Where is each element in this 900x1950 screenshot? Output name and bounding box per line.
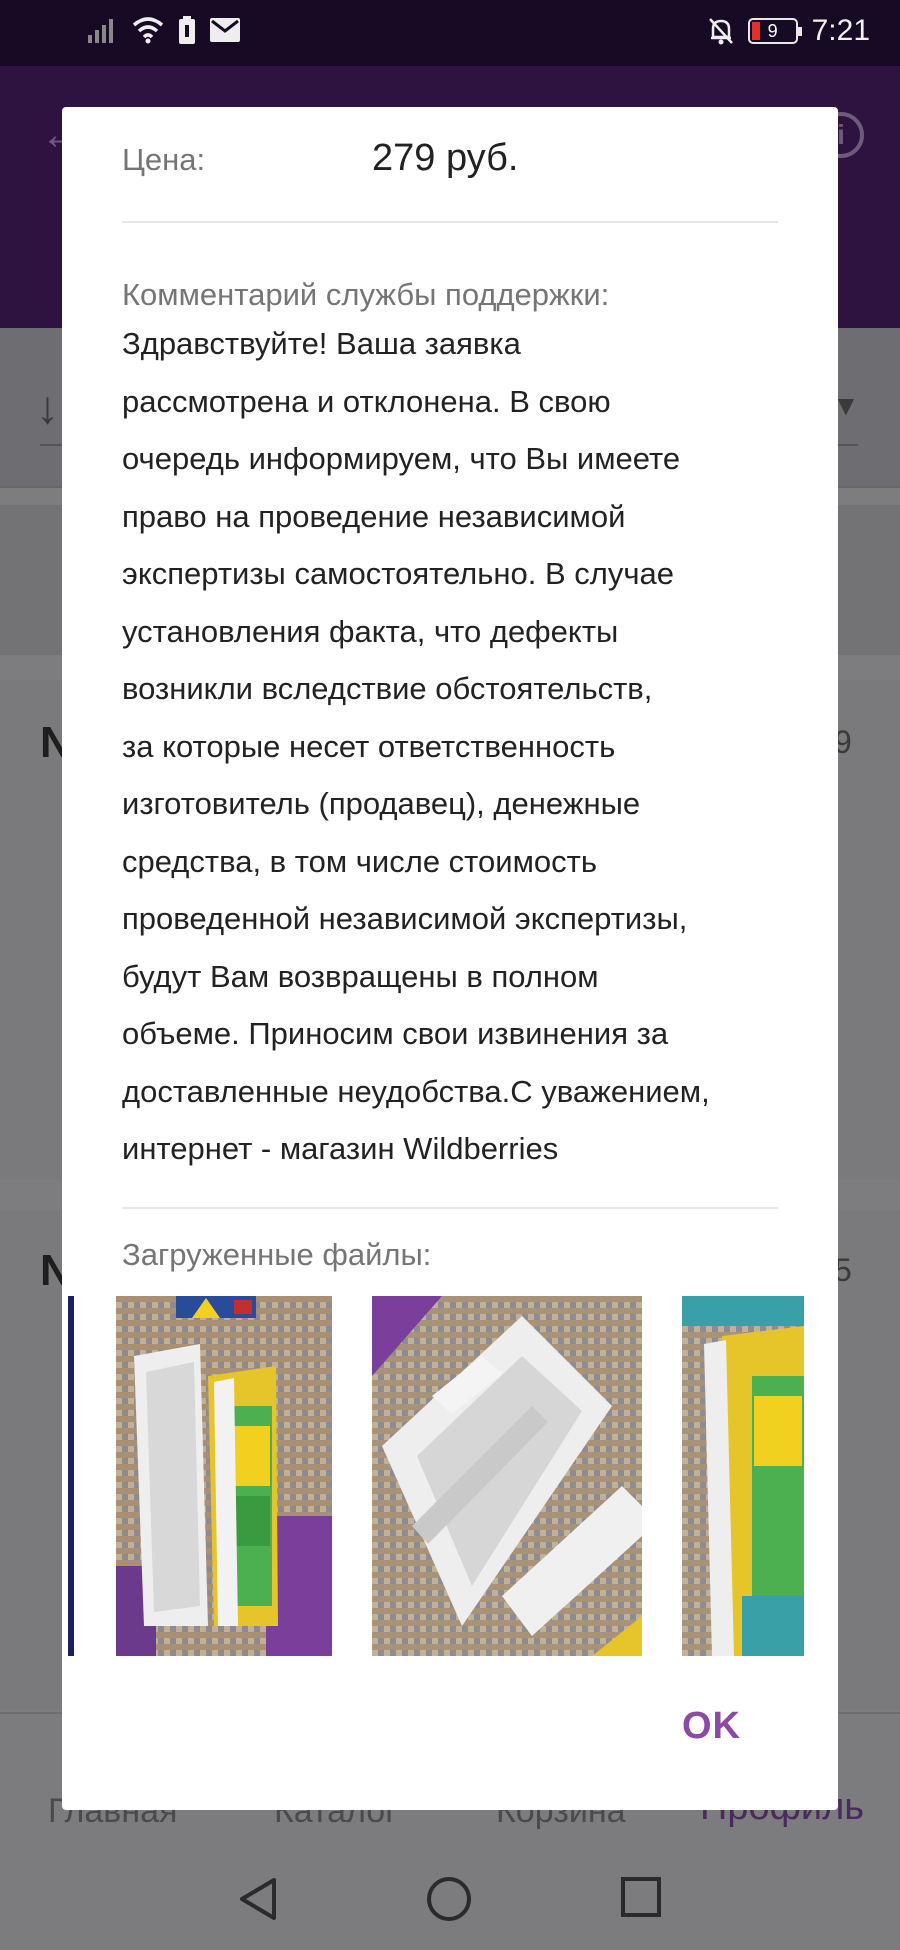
mail-icon (210, 18, 240, 42)
battery-icon: 9 (747, 18, 802, 44)
status-bar: 9 7:21 (0, 0, 900, 66)
photo-box-side (682, 1296, 804, 1656)
file-thumbnail[interactable] (372, 1296, 642, 1656)
request-details-dialog: Цена: 279 руб. Комментарий службы поддер… (62, 107, 838, 1810)
file-thumbnail[interactable] (116, 1296, 332, 1656)
recents-square-icon[interactable] (620, 1876, 662, 1918)
file-thumbnail[interactable] (682, 1296, 804, 1656)
ok-button[interactable]: OK (682, 1705, 741, 1748)
signal-icon (88, 19, 113, 43)
clock: 7:21 (811, 14, 870, 47)
wifi-icon (132, 17, 164, 44)
uploaded-files-carousel[interactable] (62, 1296, 838, 1656)
comment-label: Комментарий службы поддержки: (122, 277, 610, 312)
price-label: Цена: (122, 142, 206, 177)
price-row: Цена: 279 руб. (122, 137, 518, 180)
file-thumbnail[interactable] (68, 1296, 74, 1656)
divider (122, 221, 778, 223)
divider (122, 1207, 778, 1209)
photo-box-open (116, 1296, 332, 1656)
photo-box-closeup (372, 1296, 642, 1656)
notifications-off-icon (708, 18, 733, 45)
files-label: Загруженные файлы: (122, 1237, 432, 1272)
home-circle-icon[interactable] (426, 1876, 472, 1922)
battery-level: 9 (767, 21, 778, 41)
battery-saver-icon (179, 16, 195, 44)
support-comment-text: Здравствуйте! Ваша заявка рассмотрена и … (122, 326, 710, 1166)
back-triangle-icon[interactable] (236, 1876, 278, 1922)
sort-icon[interactable]: ↓ (36, 380, 59, 434)
price-value: 279 руб. (372, 137, 519, 179)
